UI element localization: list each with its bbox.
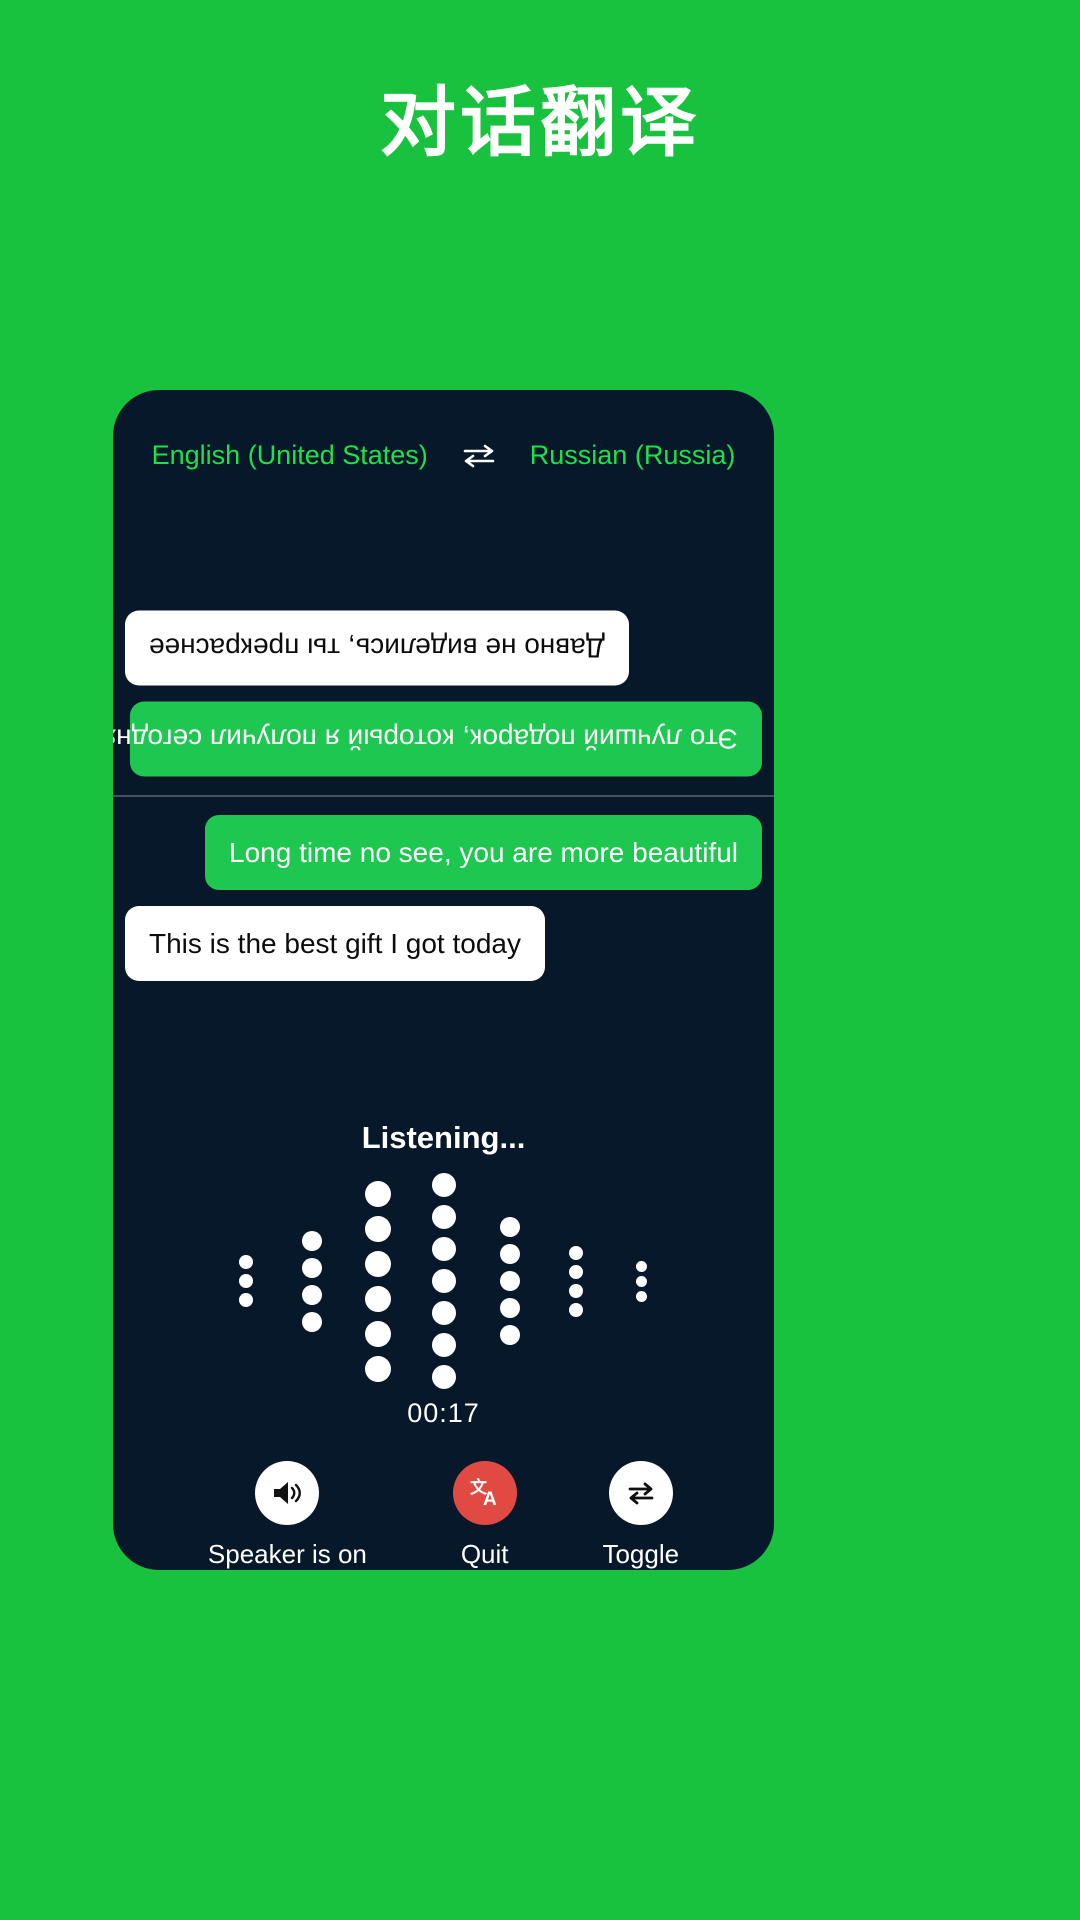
chat-bubble[interactable]: Давно не виделись, ты прекраснее [125, 610, 629, 686]
chat-bubble[interactable]: Long time no see, you are more beautiful [205, 814, 762, 890]
waveform-column [213, 1255, 279, 1307]
swap-loop-icon [608, 1461, 673, 1525]
waveform-dot [568, 1264, 583, 1279]
waveform-dot [364, 1355, 391, 1382]
waveform-dot [568, 1245, 583, 1260]
swap-horizontal-icon[interactable] [462, 443, 496, 469]
language-bar: English (United States) Russian (Russia) [113, 440, 774, 471]
waveform-dot [499, 1298, 520, 1318]
waveform-dot [238, 1274, 253, 1288]
local-language-pane[interactable]: Long time no see, you are more beautiful… [113, 797, 774, 1121]
recording-timer: 00:17 [407, 1398, 480, 1428]
quit-button-label: Quit [460, 1539, 509, 1569]
waveform-dot [364, 1180, 391, 1207]
waveform-dot [364, 1285, 391, 1312]
speaker-button-label: Speaker is on [207, 1539, 367, 1569]
waveform-dot [364, 1320, 391, 1347]
waveform-dot [431, 1301, 456, 1325]
source-language-selector[interactable]: English (United States) [152, 440, 428, 471]
waveform-dot [301, 1230, 322, 1251]
translate-icon: 文 A [452, 1461, 517, 1525]
speaker-button[interactable]: Speaker is on [208, 1461, 367, 1570]
waveform-dot [568, 1283, 583, 1298]
waveform-dot [499, 1271, 520, 1291]
waveform-dot [301, 1311, 322, 1332]
waveform-dot [431, 1173, 456, 1197]
message-row: This is the best gift I got today [125, 905, 762, 981]
remote-language-pane[interactable]: Это лучший подарок, который я получил се… [113, 471, 774, 795]
waveform-column [345, 1180, 411, 1382]
waveform-column [609, 1260, 675, 1302]
quit-button[interactable]: 文 A Quit [452, 1461, 517, 1570]
waveform-dot [568, 1302, 583, 1317]
waveform-dot [636, 1290, 647, 1302]
waveform-dot [431, 1333, 456, 1357]
listening-status-label: Listening... [361, 1120, 526, 1155]
chat-bubble[interactable]: This is the best gift I got today [125, 905, 545, 981]
speaker-on-icon [255, 1461, 320, 1525]
waveform-dot [636, 1260, 647, 1272]
waveform-column [411, 1173, 477, 1389]
chat-bubble[interactable]: Это лучший подарок, который я получил се… [113, 701, 762, 777]
message-row: Давно не виделись, ты прекраснее [125, 610, 762, 686]
waveform-dot [364, 1215, 391, 1242]
waveform-dot [431, 1365, 456, 1389]
waveform-dot [499, 1217, 520, 1237]
waveform-dot [431, 1205, 456, 1229]
waveform-column [477, 1217, 543, 1345]
waveform-column [543, 1245, 609, 1317]
waveform-dot [364, 1250, 391, 1277]
waveform-dot [301, 1257, 322, 1278]
waveform-dot [636, 1275, 647, 1287]
target-language-selector[interactable]: Russian (Russia) [530, 440, 736, 471]
toggle-button[interactable]: Toggle [602, 1461, 679, 1570]
phone-preview-card: English (United States) Russian (Russia)… [113, 390, 774, 1570]
page-title: 对话翻译 [380, 81, 700, 166]
message-row: Long time no see, you are more beautiful [125, 814, 762, 890]
message-row: Это лучший подарок, который я получил се… [113, 701, 762, 777]
waveform-dot [301, 1284, 322, 1305]
conversation-area: Это лучший подарок, который я получил се… [113, 471, 774, 1570]
waveform-dot [431, 1237, 456, 1261]
toggle-button-label: Toggle [602, 1539, 680, 1569]
svg-text:A: A [483, 1489, 497, 1510]
listening-area: Listening... 00:17 [113, 1120, 774, 1435]
waveform-dot [499, 1325, 520, 1345]
waveform-dot [499, 1244, 520, 1264]
waveform-dot [431, 1269, 456, 1293]
audio-waveform-visualizer [113, 1173, 774, 1389]
control-bar: Speaker is on 文 A Quit Toggle [113, 1435, 774, 1570]
waveform-dot [238, 1293, 253, 1307]
waveform-dot [238, 1255, 253, 1269]
waveform-column [279, 1230, 345, 1332]
